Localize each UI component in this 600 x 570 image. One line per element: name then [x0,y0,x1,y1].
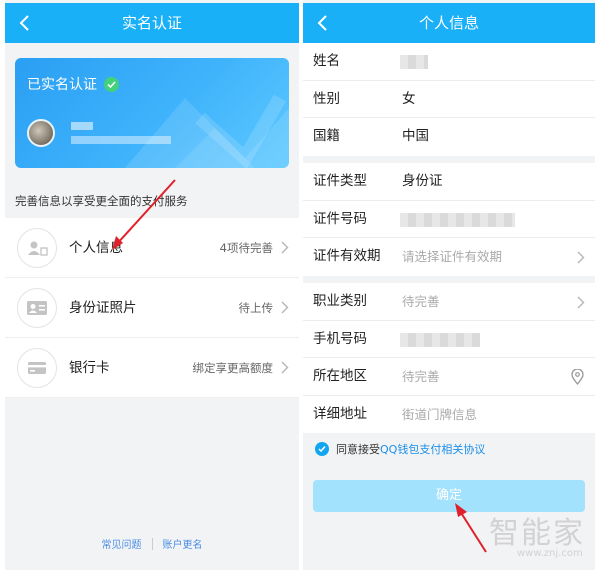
field-value: 女 [402,90,416,107]
field-label: 证件号码 [313,210,367,227]
blurred-name [71,122,93,130]
real-name-auth-screen: 实名认证 已实名认证 完善信息以享受更全面的支付服务 个人信息 4项待完善 身份… [5,0,299,570]
page-title: 实名认证 [121,14,182,32]
blurred-name-value [400,55,428,69]
field-label: 详细地址 [313,405,367,422]
watermark-url: www.znj.com [517,548,583,559]
field-label: 手机号码 [313,330,367,347]
id-card-icon [17,288,57,328]
top-bar: 实名认证 [5,3,299,43]
field-placeholder: 街道门牌信息 [402,406,478,422]
agreement-link[interactable]: QQ钱包支付相关协议 [380,441,485,457]
occupation-field[interactable]: 职业类别 待完善 [303,283,595,321]
list-item-id-photo[interactable]: 身份证照片 待上传 [5,278,299,338]
phone-field[interactable]: 手机号码 [303,321,595,358]
field-label: 姓名 [313,53,340,69]
footer-links: 常见问题 账户更名 [5,536,299,551]
blurred-id-number [400,212,515,227]
field-placeholder: 待完善 [402,369,440,384]
item-status: 4项待完善 [219,241,273,255]
field-value: 身份证 [402,173,443,189]
bank-card-icon [17,348,57,388]
extra-info-group: 职业类别 待完善 手机号码 所在地区 待完善 详细地址 街道门牌信息 [303,283,595,433]
checkbox-checked-icon[interactable] [315,442,329,456]
chevron-right-icon [281,301,289,314]
agreement-row[interactable]: 同意接受 QQ钱包支付相关协议 [315,441,485,457]
chevron-right-icon [577,296,585,309]
basic-info-group: 姓名 性别 女 国籍 中国 [303,43,595,156]
list-item-personal-info[interactable]: 个人信息 4项待完善 [5,218,299,278]
watermark: 智能家 www.znj.com [489,508,585,559]
item-status: 待上传 [238,301,274,315]
region-field[interactable]: 所在地区 待完善 [303,358,595,396]
top-bar: 个人信息 [303,3,595,43]
field-label: 所在地区 [313,368,367,384]
chevron-right-icon [281,361,289,374]
user-card-icon [17,228,57,268]
divider [151,537,153,550]
auth-items-list: 个人信息 4项待完善 身份证照片 待上传 银行卡 绑定享更高额度 [5,218,299,398]
page-title: 个人信息 [418,14,479,32]
id-type-field[interactable]: 证件类型 身份证 [303,163,595,201]
info-hint: 完善信息以享受更全面的支付服务 [15,194,188,208]
id-info-group: 证件类型 身份证 证件号码 证件有效期 请选择证件有效期 [303,163,595,276]
field-label: 国籍 [313,128,340,144]
blurred-phone [400,332,480,347]
field-value: 中国 [402,128,429,144]
blurred-id [71,136,171,144]
verified-status: 已实名认证 [27,74,119,94]
field-label: 性别 [313,90,340,107]
item-label: 身份证照片 [69,300,137,316]
chevron-right-icon [281,241,289,254]
id-validity-field[interactable]: 证件有效期 请选择证件有效期 [303,238,595,276]
faq-link[interactable]: 常见问题 [102,536,142,551]
chevron-right-icon [577,251,585,264]
nationality-field[interactable]: 国籍 中国 [303,118,595,156]
location-pin-icon[interactable] [571,369,584,385]
check-icon [104,76,119,92]
gender-field[interactable]: 性别 女 [303,81,595,118]
verified-label: 已实名认证 [27,77,97,93]
name-field[interactable]: 姓名 [303,43,595,81]
rename-link[interactable]: 账户更名 [163,536,203,551]
id-number-field[interactable]: 证件号码 [303,201,595,238]
field-placeholder: 请选择证件有效期 [402,249,503,264]
item-label: 银行卡 [69,360,110,376]
item-label: 个人信息 [69,240,123,256]
field-label: 证件类型 [313,173,367,189]
field-label: 职业类别 [313,293,367,309]
personal-info-screen: 个人信息 姓名 性别 女 国籍 中国 证件类型 身份证 证件号码 证件有效期 请… [303,0,595,570]
list-item-bank-card[interactable]: 银行卡 绑定享更高额度 [5,338,299,398]
field-placeholder: 待完善 [402,294,440,309]
field-label: 证件有效期 [313,248,381,264]
avatar [27,119,55,147]
watermark-name: 智能家 [489,516,585,551]
item-status: 绑定享更高额度 [192,361,274,375]
agreement-prefix: 同意接受 [336,443,380,456]
address-field[interactable]: 详细地址 街道门牌信息 [303,396,595,434]
verified-card: 已实名认证 [15,58,289,168]
